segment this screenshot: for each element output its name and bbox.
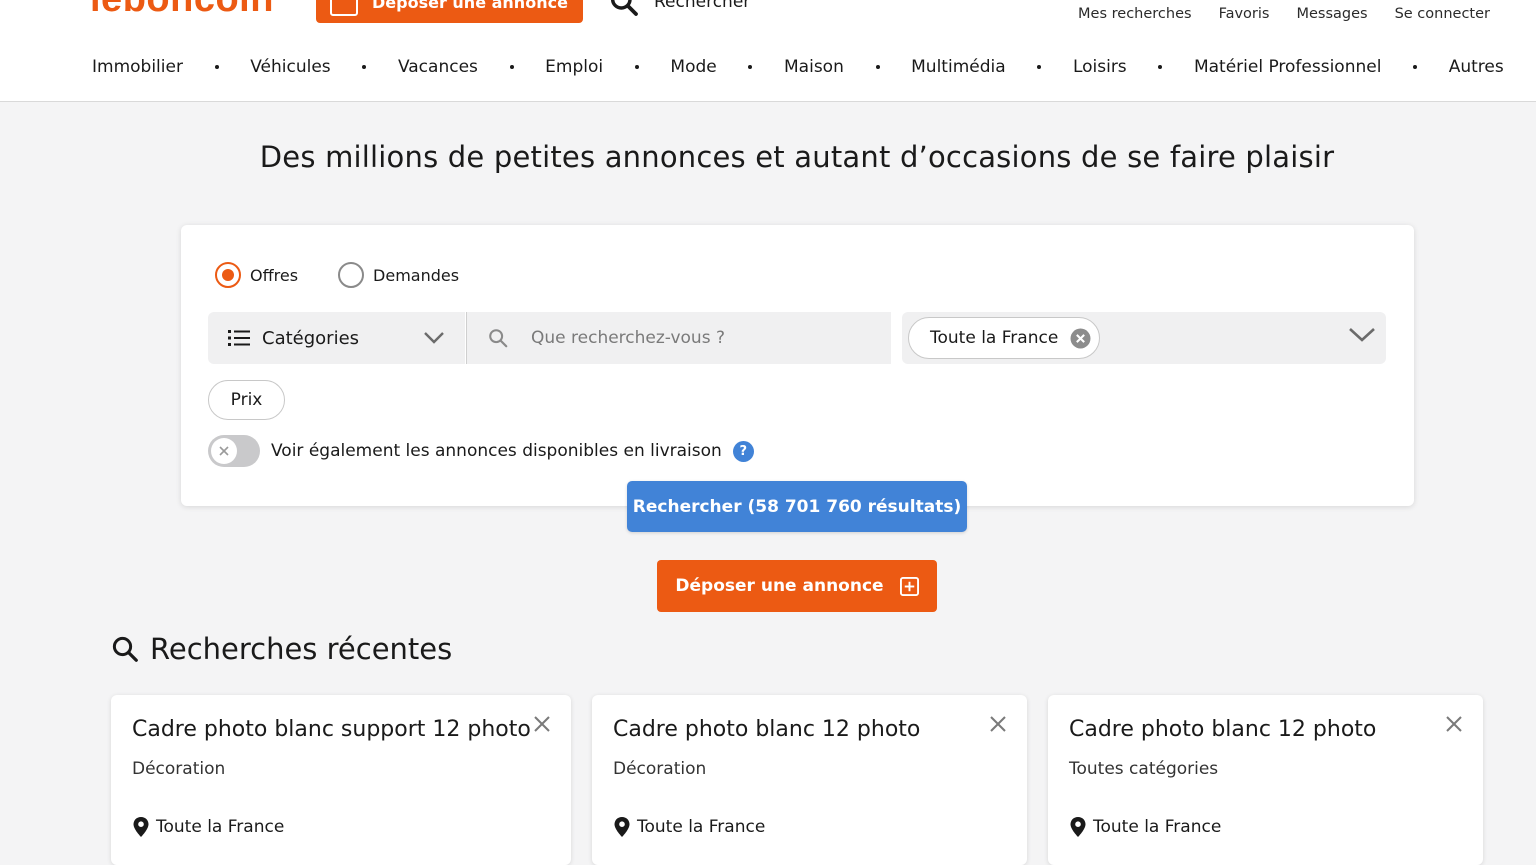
page-headline: Des millions de petites annonces et auta… [259,140,1335,174]
plus-square-icon [899,576,919,596]
header-search-label: Rechercher [654,0,751,12]
nav-separator [1413,65,1418,69]
recent-search-location-label: Toute la France [637,817,766,837]
nav-immobilier[interactable]: Immobilier [92,57,183,77]
link-mes-recherches[interactable]: Mes recherches [1078,6,1192,22]
search-submit-button[interactable]: Rechercher (58 701 760 résultats) [627,481,967,532]
search-input[interactable] [529,327,869,349]
link-favoris[interactable]: Favoris [1219,6,1270,22]
plus-square-icon [330,0,358,16]
map-pin-icon [1070,817,1086,837]
recent-search-location: Toute la France [613,816,765,838]
site-header: leboncoin Déposer une annonce Rechercher… [0,0,1536,102]
location-chip[interactable]: Toute la France [908,317,1101,359]
nav-maison[interactable]: Maison [784,57,844,77]
map-pin-icon [614,817,630,837]
nav-separator [1037,65,1042,69]
nav-emploi[interactable]: Emploi [545,57,603,77]
close-icon [219,446,229,456]
nav-materiel-professionnel[interactable]: Matériel Professionnel [1194,57,1382,77]
query-field[interactable] [466,312,891,364]
chevron-down-icon[interactable] [1348,326,1376,344]
radio-offres[interactable]: Offres [215,262,298,288]
deposit-ad-label: Déposer une annonce [675,576,884,596]
recent-search-location-label: Toute la France [1093,817,1222,837]
user-links: Mes recherches Favoris Messages Se conne… [1078,6,1490,22]
recent-search-category: Décoration [132,759,226,779]
recent-search-category: Décoration [613,759,707,779]
search-icon [610,0,638,16]
header-deposit-button[interactable]: Déposer une annonce [316,0,583,23]
nav-mode[interactable]: Mode [670,57,716,77]
recent-search-title: Cadre photo blanc 12 photo [613,717,921,742]
radio-demandes-label: Demandes [373,265,460,285]
recent-search-title: Cadre photo blanc support 12 photo [132,717,531,742]
category-nav: Immobilier Véhicules Vacances Emploi Mod… [92,57,1504,77]
close-icon[interactable] [989,715,1007,733]
radio-offres-label: Offres [250,265,299,285]
price-filter-button[interactable]: Prix [208,380,285,420]
chevron-down-icon [424,332,444,344]
recent-searches-heading: Recherches récentes [110,632,452,666]
recent-search-location: Toute la France [132,816,284,838]
search-icon [489,329,508,348]
recent-search-location-label: Toute la France [156,817,285,837]
header-search-link[interactable]: Rechercher [608,0,750,18]
nav-separator [634,65,639,69]
toggle-knob [211,438,237,464]
clear-circle-icon[interactable] [1070,328,1091,349]
recent-searches-title: Recherches récentes [150,632,453,666]
list-icon [228,330,250,346]
radio-offres-circle[interactable] [215,262,241,288]
nav-separator [875,65,880,69]
nav-vehicules[interactable]: Véhicules [250,57,330,77]
nav-loisirs[interactable]: Loisirs [1073,57,1127,77]
delivery-toggle[interactable] [208,435,260,467]
nav-vacances[interactable]: Vacances [398,57,478,77]
header-deposit-label: Déposer une annonce [372,0,568,12]
delivery-toggle-label: Voir également les annonces disponibles … [271,441,722,461]
nav-separator [1158,65,1163,69]
deposit-ad-button[interactable]: Déposer une annonce [657,560,937,612]
link-se-connecter[interactable]: Se connecter [1395,6,1490,22]
radio-demandes-circle[interactable] [338,262,365,288]
recent-search-location: Toute la France [1069,816,1221,838]
recent-search-card[interactable]: Cadre photo blanc support 12 photo Décor… [111,695,571,865]
search-card: Offres Demandes Catégories Toute la Fr [181,225,1414,506]
ad-type-radio-group: Offres Demandes [215,262,459,288]
recent-search-title: Cadre photo blanc 12 photo [1069,717,1377,742]
delivery-toggle-row: Voir également les annonces disponibles … [208,435,754,467]
nav-separator [748,65,753,69]
close-icon[interactable] [1445,715,1463,733]
nav-separator [509,65,514,69]
recent-search-card[interactable]: Cadre photo blanc 12 photo Décoration To… [592,695,1027,865]
link-messages[interactable]: Messages [1296,6,1367,22]
nav-autres[interactable]: Autres [1449,57,1504,77]
help-icon[interactable]: ? [732,440,754,462]
nav-separator [214,65,219,69]
close-icon[interactable] [533,715,551,733]
map-pin-icon [133,817,149,837]
location-chip-label: Toute la France [930,328,1059,348]
radio-demandes[interactable]: Demandes [338,262,459,288]
search-icon [112,636,138,662]
location-field[interactable]: Toute la France [902,312,1386,364]
recent-search-category: Toutes catégories [1069,759,1219,779]
recent-search-card[interactable]: Cadre photo blanc 12 photo Toutes catégo… [1048,695,1483,865]
nav-separator [362,65,367,69]
category-select[interactable]: Catégories [208,312,465,364]
category-select-label: Catégories [262,327,360,349]
nav-multimedia[interactable]: Multimédia [911,57,1006,77]
leboncoin-logo[interactable]: leboncoin [90,0,274,21]
